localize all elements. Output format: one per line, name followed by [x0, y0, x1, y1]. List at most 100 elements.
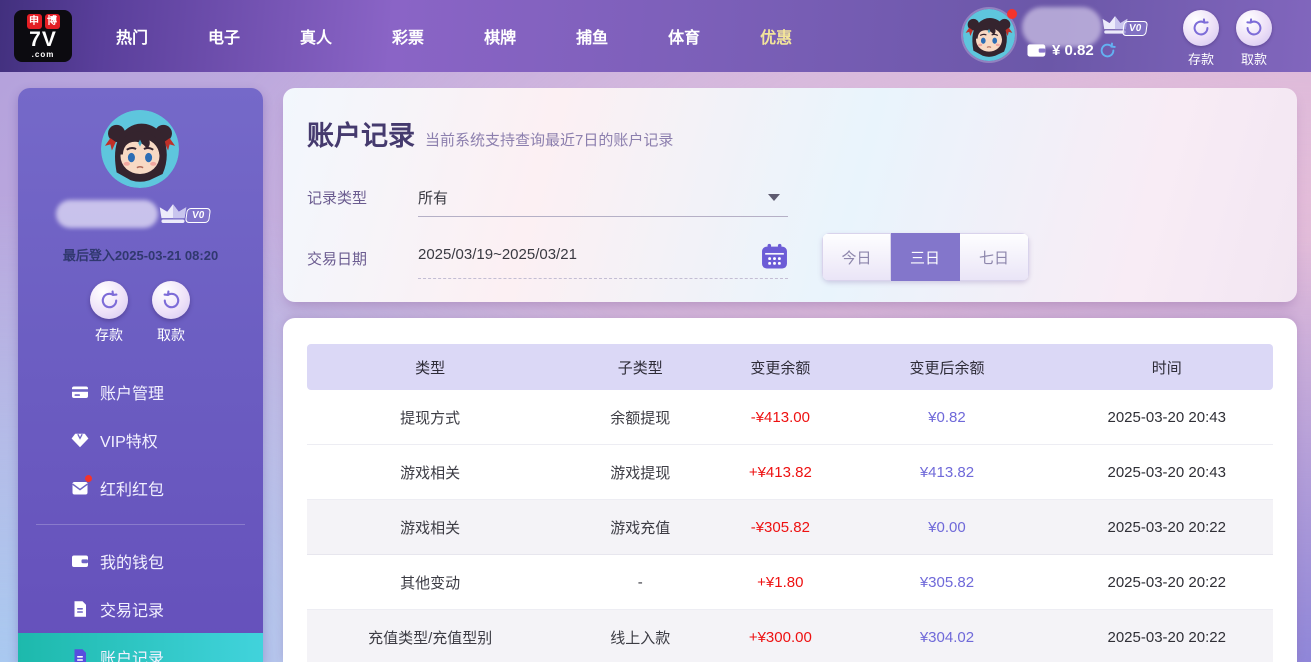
- sidebar-item-1[interactable]: VIP特权: [18, 416, 263, 464]
- withdraw-button[interactable]: 取款: [1226, 10, 1282, 68]
- cell-type: 游戏相关: [307, 517, 553, 538]
- document-icon: [70, 599, 90, 619]
- nav-item-7[interactable]: 优惠: [746, 24, 806, 48]
- nav-item-4[interactable]: 棋牌: [470, 24, 530, 48]
- sidebar-item-label: 账户记录: [100, 645, 164, 662]
- sidebar-menu: 账户管理 VIP特权红利红包我的钱包交易记录账户记录: [18, 368, 263, 662]
- cell-type: 提现方式: [307, 407, 553, 428]
- column-header-4: 时间: [1060, 357, 1273, 378]
- page-subtitle: 当前系统支持查询最近7日的账户记录: [425, 129, 673, 150]
- cell-change: -¥305.82: [727, 519, 833, 536]
- sidebar: V0 最后登入2025-03-21 08:20 存款 取款 账户管理VIP特权红…: [18, 88, 263, 662]
- chevron-down-icon: [768, 194, 780, 201]
- record-type-value: 所有: [418, 187, 448, 208]
- table-header-row: 类型子类型变更余额变更后余额时间: [307, 344, 1273, 390]
- withdraw-icon: [1236, 10, 1272, 46]
- sidebar-deposit-label: 存款: [80, 325, 138, 345]
- cell-balance_after: ¥0.82: [833, 409, 1060, 426]
- refresh-balance-icon[interactable]: [1099, 42, 1116, 59]
- nav-item-0[interactable]: 热门: [102, 24, 162, 48]
- sidebar-item-0[interactable]: 账户管理: [18, 368, 263, 416]
- sidebar-avatar[interactable]: [101, 110, 179, 188]
- nav-menu: 热门 电子 真人 彩票 棋牌 捕鱼 体育 优惠: [102, 24, 838, 48]
- cell-type: 其他变动: [307, 572, 553, 593]
- date-range-value: 2025/03/19~2025/03/21: [418, 246, 577, 263]
- sidebar-withdraw-icon: [152, 281, 190, 319]
- cell-time: 2025-03-20 20:43: [1060, 464, 1273, 481]
- date-range-input[interactable]: 2025/03/19~2025/03/21: [418, 235, 788, 279]
- cell-balance_after: ¥0.00: [833, 519, 1060, 536]
- sidebar-vip-level-badge: V0: [185, 208, 211, 223]
- sidebar-deposit-icon: [90, 281, 128, 319]
- quick-range-0[interactable]: 今日: [822, 233, 891, 281]
- sidebar-item-3[interactable]: 我的钱包: [18, 537, 263, 585]
- bank-card-icon: [70, 382, 90, 402]
- cell-time: 2025-03-20 20:43: [1060, 409, 1273, 426]
- sidebar-deposit-button[interactable]: 存款: [80, 281, 138, 345]
- sidebar-vip-crown-icon: [158, 202, 188, 226]
- cell-time: 2025-03-20 20:22: [1060, 629, 1273, 646]
- record-type-select[interactable]: 所有: [418, 176, 788, 217]
- cell-change: +¥413.82: [727, 464, 833, 481]
- nav-item-5[interactable]: 捕鱼: [562, 24, 622, 48]
- cell-subtype: 线上入款: [553, 627, 727, 648]
- sidebar-item-4[interactable]: 交易记录: [18, 585, 263, 633]
- table-row: 游戏相关游戏提现+¥413.82¥413.822025-03-20 20:43: [307, 445, 1273, 500]
- quick-range-buttons: 今日三日七日: [822, 233, 1029, 281]
- sidebar-item-label: 账户管理: [100, 380, 164, 404]
- sidebar-item-label: 我的钱包: [100, 549, 164, 573]
- table-row: 充值类型/充值型别线上入款+¥300.00¥304.022025-03-20 2…: [307, 610, 1273, 662]
- sidebar-withdraw-label: 取款: [142, 325, 200, 345]
- balance-amount: ¥ 0.82: [1052, 42, 1094, 59]
- nav-item-6[interactable]: 体育: [654, 24, 714, 48]
- sidebar-item-5[interactable]: 账户记录: [18, 633, 263, 662]
- table-body: 提现方式余额提现-¥413.00¥0.822025-03-20 20:43游戏相…: [307, 390, 1273, 662]
- calendar-icon[interactable]: [761, 243, 788, 270]
- withdraw-label: 取款: [1226, 49, 1282, 68]
- deposit-button[interactable]: 存款: [1173, 10, 1229, 68]
- column-header-2: 变更余额: [727, 357, 833, 378]
- quick-range-1[interactable]: 三日: [891, 233, 960, 281]
- quick-range-2[interactable]: 七日: [960, 233, 1029, 281]
- vip-diamond-icon: [70, 430, 90, 450]
- nav-item-1[interactable]: 电子: [194, 24, 254, 48]
- cell-type: 游戏相关: [307, 462, 553, 483]
- logo-badges: 申 博: [27, 14, 60, 29]
- logo-name: 7V: [29, 29, 57, 51]
- cell-change: +¥300.00: [727, 629, 833, 646]
- wallet-balance: ¥ 0.82: [1027, 42, 1094, 59]
- sidebar-username-blurred: [56, 200, 158, 228]
- cell-subtype: 余额提现: [553, 407, 727, 428]
- logo-badge-right: 博: [45, 14, 60, 29]
- column-header-0: 类型: [307, 357, 553, 378]
- wallet-icon: [1027, 43, 1046, 58]
- sidebar-withdraw-button[interactable]: 取款: [142, 281, 200, 345]
- sidebar-item-2[interactable]: 红利红包: [18, 464, 263, 512]
- cell-subtype: 游戏提现: [553, 462, 727, 483]
- cell-subtype: 游戏充值: [553, 517, 727, 538]
- cell-balance_after: ¥304.02: [833, 629, 1060, 646]
- table-row: 其他变动-+¥1.80¥305.822025-03-20 20:22: [307, 555, 1273, 610]
- cell-type: 充值类型/充值型别: [307, 627, 553, 648]
- sidebar-item-label: 红利红包: [100, 476, 164, 500]
- notification-dot: [1007, 9, 1017, 19]
- filter-panel: 账户记录 当前系统支持查询最近7日的账户记录 记录类型 所有 交易日期 2025…: [283, 88, 1297, 302]
- sidebar-divider: [36, 524, 245, 525]
- vip-level-badge: V0: [1122, 21, 1148, 36]
- deposit-label: 存款: [1173, 49, 1229, 68]
- cell-time: 2025-03-20 20:22: [1060, 574, 1273, 591]
- table-row: 游戏相关游戏充值-¥305.82¥0.002025-03-20 20:22: [307, 500, 1273, 555]
- records-panel: 类型子类型变更余额变更后余额时间 提现方式余额提现-¥413.00¥0.8220…: [283, 318, 1297, 662]
- red-notification-dot: [85, 475, 92, 482]
- nav-item-3[interactable]: 彩票: [378, 24, 438, 48]
- red-packet-icon: [70, 478, 90, 498]
- cell-subtype: -: [553, 574, 727, 591]
- site-logo[interactable]: 申 博 7V .com: [14, 10, 72, 62]
- table-row: 提现方式余额提现-¥413.00¥0.822025-03-20 20:43: [307, 390, 1273, 445]
- top-navbar: 申 博 7V .com 热门 电子 真人 彩票 棋牌 捕鱼 体育 优惠 V0 ¥ 0.82 存…: [0, 0, 1311, 72]
- column-header-3: 变更后余额: [833, 357, 1060, 378]
- cell-balance_after: ¥305.82: [833, 574, 1060, 591]
- deposit-icon: [1183, 10, 1219, 46]
- nav-item-2[interactable]: 真人: [286, 24, 346, 48]
- sidebar-item-label: VIP特权: [100, 428, 158, 452]
